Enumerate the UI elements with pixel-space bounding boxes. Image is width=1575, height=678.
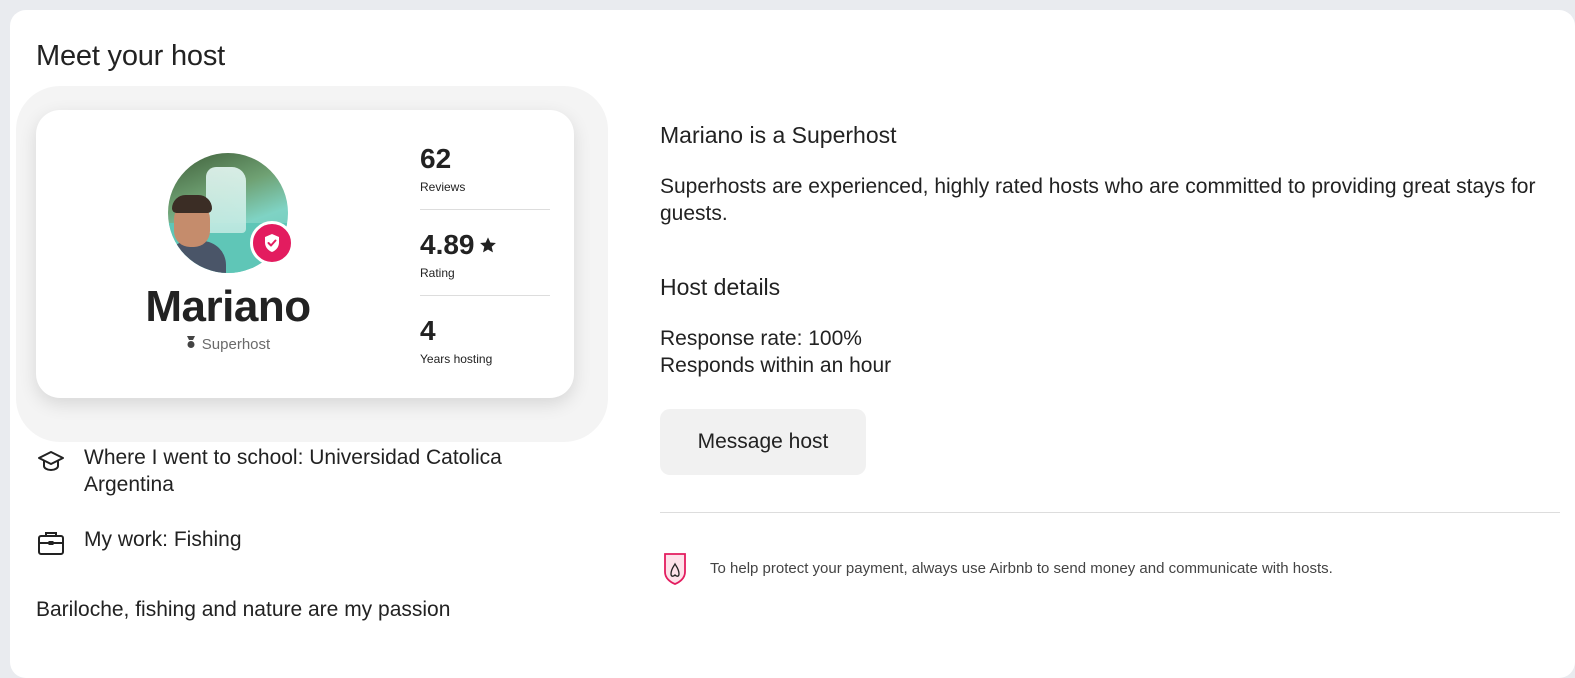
stat-rating-value: 4.89: [420, 229, 475, 260]
response-rate: Response rate: 100%: [660, 327, 862, 350]
host-stats: 62 Reviews 4.89 Rating 4 Years hosting: [420, 134, 550, 382]
stat-rating: 4.89 Rating: [420, 220, 550, 296]
host-details-title: Host details: [660, 274, 781, 300]
stat-rating-value-row: 4.89: [420, 228, 550, 262]
divider: [660, 512, 1560, 513]
host-avatar-wrapper: [168, 153, 294, 273]
fact-school-text: Where I went to school: Universidad Cato…: [84, 446, 502, 496]
stat-rating-label: Rating: [420, 266, 455, 280]
meet-host-section: Meet your host Mariano Superhost 62 Revi…: [10, 10, 1575, 678]
host-role-label: Superhost: [201, 335, 271, 353]
host-profile-card[interactable]: Mariano Superhost 62 Reviews 4.89 Rating…: [36, 110, 574, 398]
host-role: Superhost: [36, 335, 420, 353]
payment-protection-icon: [660, 550, 692, 586]
payment-notice: To help protect your payment, always use…: [660, 550, 1333, 586]
host-bio: Bariloche, fishing and nature are my pas…: [36, 598, 451, 621]
stat-years: 4 Years hosting: [420, 306, 550, 382]
stat-reviews: 62 Reviews: [420, 134, 550, 210]
stat-years-label: Years hosting: [420, 352, 493, 366]
superhost-description: Superhosts are experienced, highly rated…: [660, 175, 1536, 225]
shield-check-icon: [250, 221, 294, 265]
stat-reviews-label: Reviews: [420, 180, 466, 194]
section-title: Meet your host: [36, 40, 226, 72]
briefcase-icon: [36, 528, 66, 558]
stat-years-value: 4: [420, 315, 436, 346]
payment-notice-text: To help protect your payment, always use…: [710, 559, 1333, 577]
stat-reviews-value: 62: [420, 143, 452, 174]
response-time: Responds within an hour: [660, 354, 892, 377]
graduation-cap-icon: [36, 446, 66, 476]
fact-school: Where I went to school: Universidad Cato…: [36, 444, 576, 498]
fact-work: My work: Fishing: [36, 526, 576, 558]
host-name: Mariano: [145, 282, 311, 331]
superhost-medal-icon: [186, 335, 196, 353]
host-facts: Where I went to school: Universidad Cato…: [36, 444, 576, 558]
message-host-button[interactable]: Message host: [660, 409, 866, 475]
fact-work-text: My work: Fishing: [84, 528, 242, 551]
superhost-title: Mariano is a Superhost: [660, 122, 897, 148]
star-icon: [479, 228, 497, 262]
